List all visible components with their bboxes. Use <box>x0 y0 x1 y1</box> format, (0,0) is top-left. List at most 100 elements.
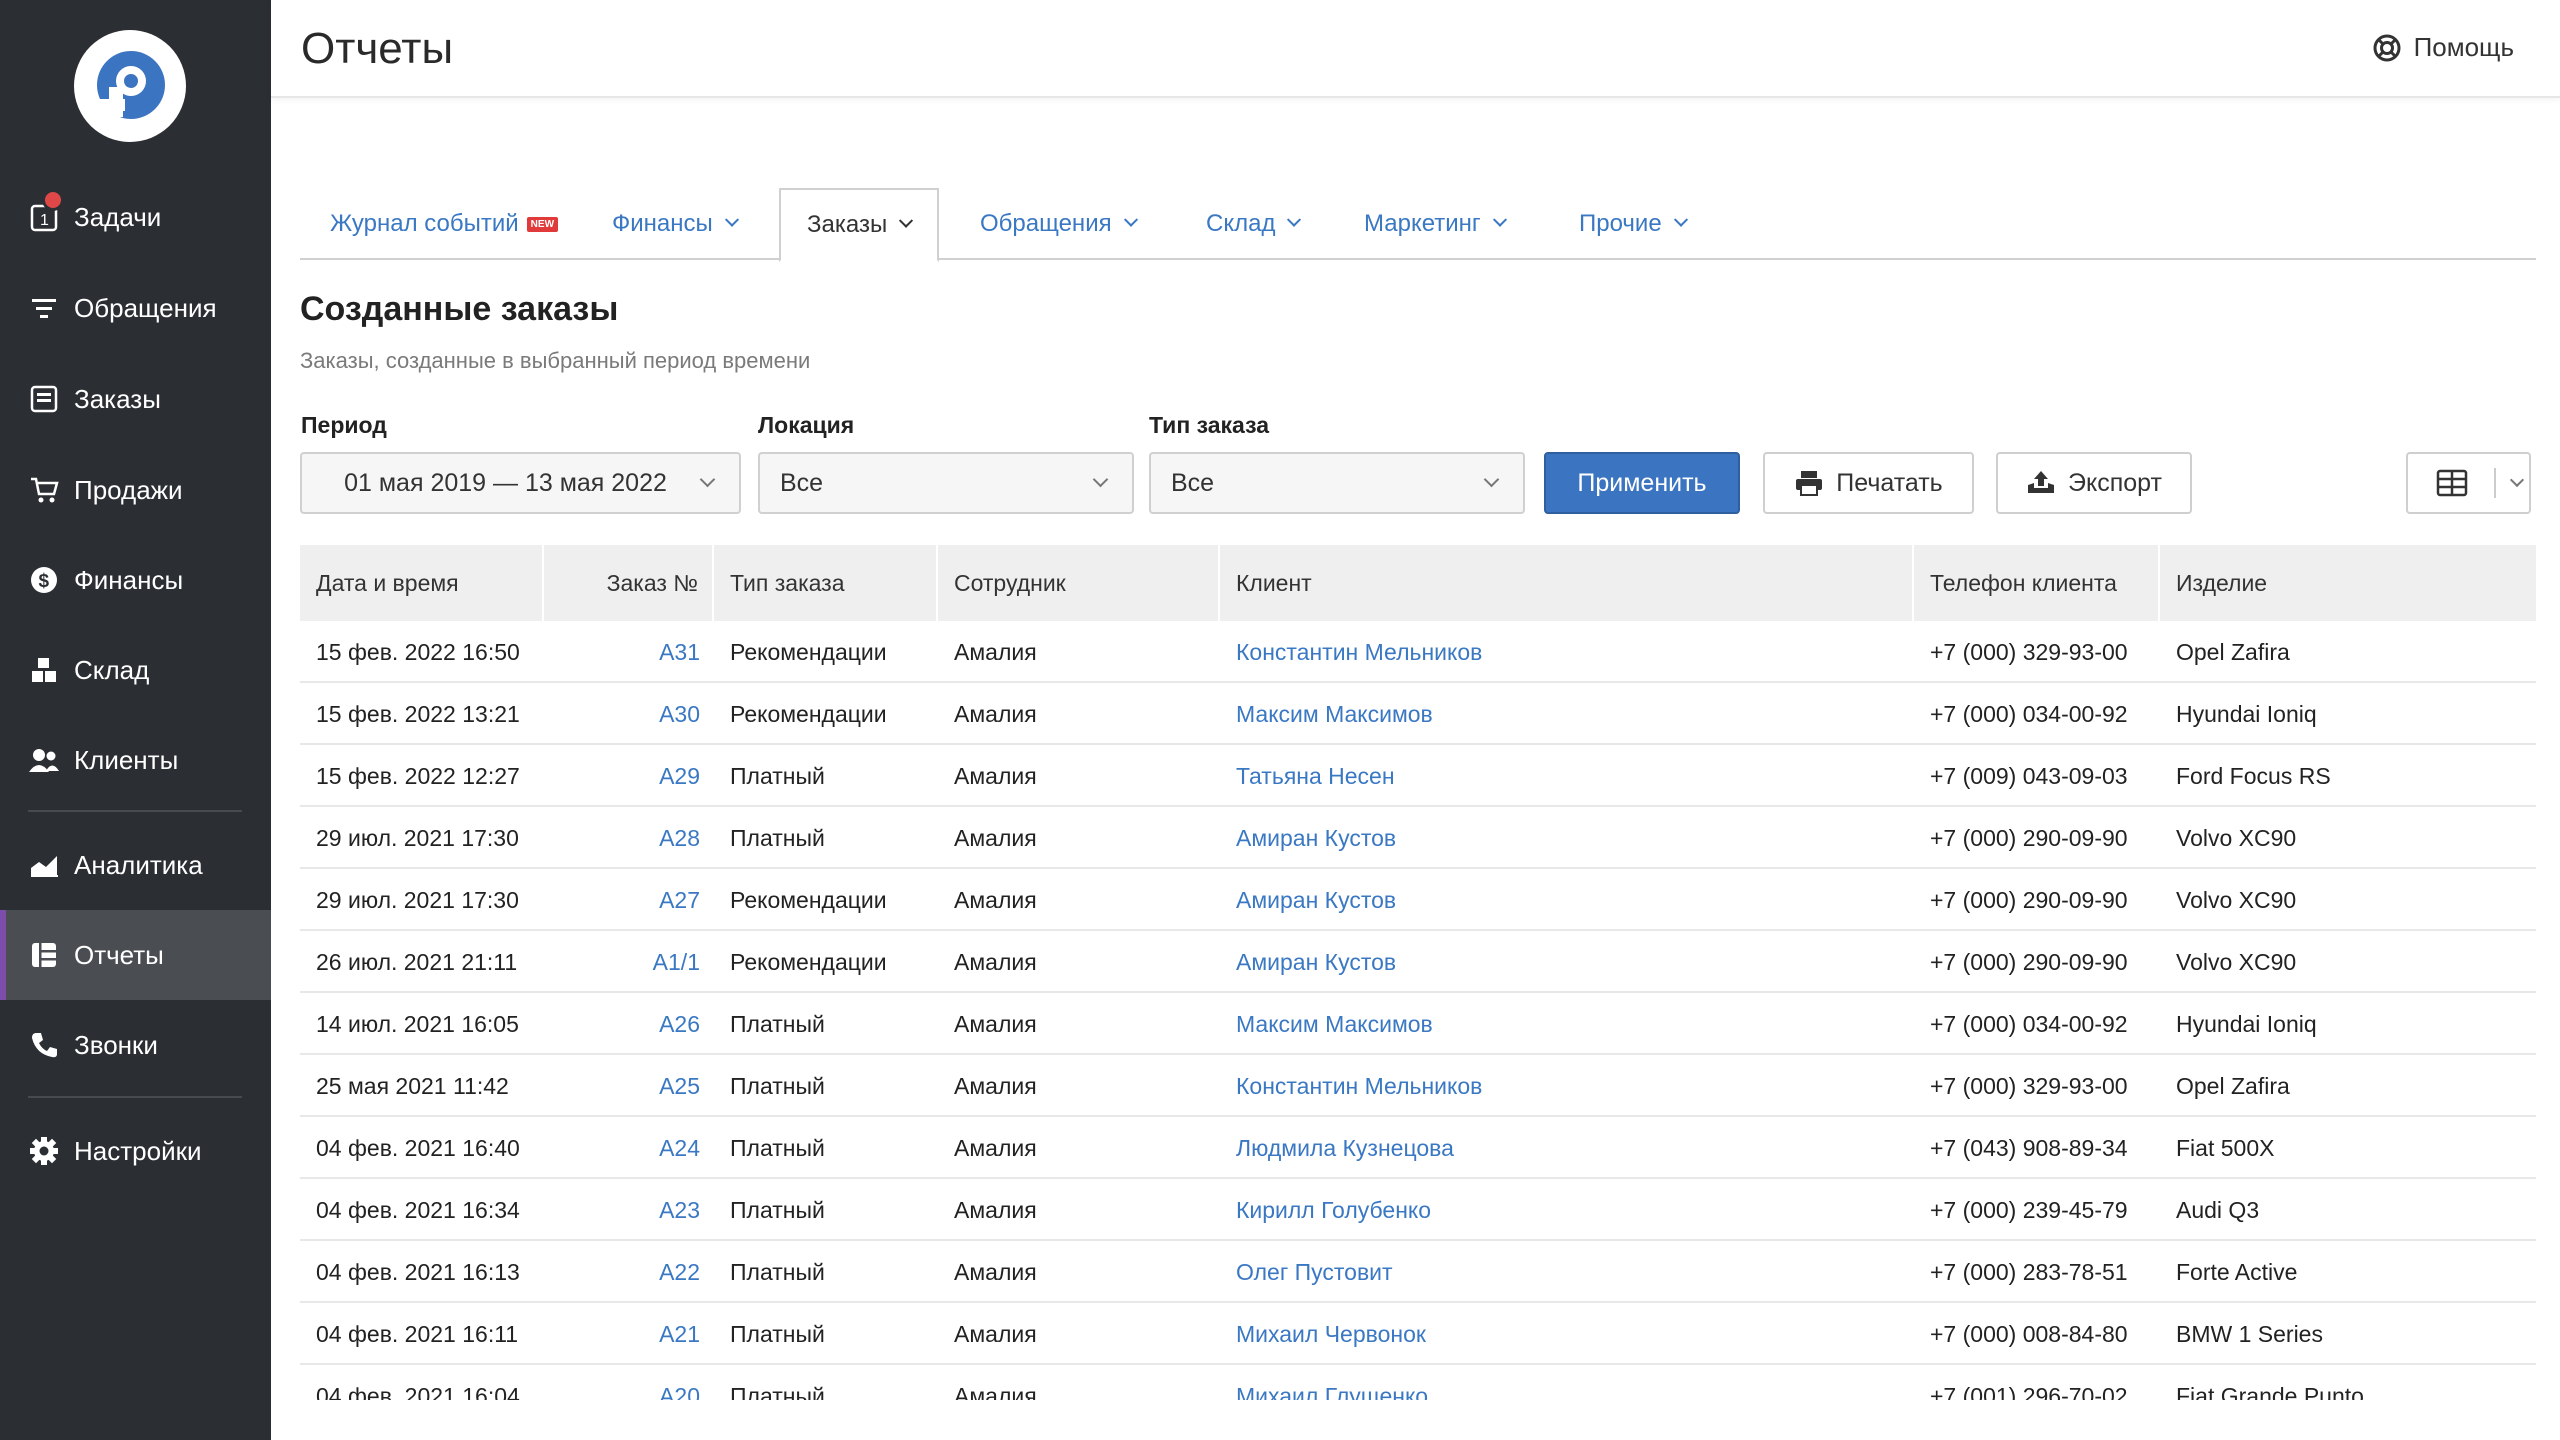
location-label: Локация <box>758 412 855 438</box>
cell-order-number[interactable]: A20 <box>544 1365 714 1401</box>
cell-order-number[interactable]: A27 <box>544 869 714 931</box>
section-title: Созданные заказы <box>300 290 619 328</box>
cell-order-number[interactable]: A26 <box>544 993 714 1055</box>
cell-order-number[interactable]: A1/1 <box>544 931 714 993</box>
sidebar-divider <box>28 1096 242 1098</box>
sidebar-item-label: Клиенты <box>74 744 179 775</box>
chevron-down-icon <box>1483 471 1500 488</box>
tab-warehouse[interactable]: Склад <box>1180 188 1325 260</box>
cell-client[interactable]: Михаил Червонок <box>1220 1303 1914 1365</box>
cell-client[interactable]: Амиран Кустов <box>1220 807 1914 869</box>
cell-client[interactable]: Константин Мельников <box>1220 1055 1914 1117</box>
cell-order-type: Платный <box>730 1010 825 1037</box>
orders-icon <box>28 383 60 415</box>
column-header-datetime[interactable]: Дата и время <box>300 545 544 621</box>
table-row[interactable]: 04 фев. 2021 16:13 A22 Платный Амалия Олег П… <box>300 1241 2536 1303</box>
table-row[interactable]: 29 июл. 2021 17:30 A27 Рекомендации Амалия А… <box>300 869 2536 931</box>
cell-order-number[interactable]: A29 <box>544 745 714 807</box>
cell-order-number[interactable]: A28 <box>544 807 714 869</box>
columns-toggle-button[interactable] <box>2406 452 2531 514</box>
cell-order-number[interactable]: A23 <box>544 1179 714 1241</box>
period-select[interactable]: 01 мая 2019 — 13 мая 2022 <box>300 452 741 514</box>
cell-order-number[interactable]: A24 <box>544 1117 714 1179</box>
sidebar-item-calls[interactable]: Звонки <box>0 1000 271 1090</box>
cell-datetime: 25 мая 2021 11:42 <box>316 1072 509 1099</box>
print-button[interactable]: Печатать <box>1763 452 1974 514</box>
sidebar-item-reports[interactable]: Отчеты <box>0 910 271 1000</box>
tab-label: Прочие <box>1579 210 1662 237</box>
column-header-product[interactable]: Изделие <box>2160 545 2536 621</box>
tab-finance[interactable]: Финансы <box>586 188 763 260</box>
tab-event-log[interactable]: Журнал событий NEW <box>304 188 584 260</box>
tab-other[interactable]: Прочие <box>1553 188 1712 260</box>
cell-client[interactable]: Олег Пустовит <box>1220 1241 1914 1303</box>
cell-order-number[interactable]: A31 <box>544 621 714 683</box>
cell-product: Volvo XC90 <box>2176 886 2297 913</box>
cell-datetime: 04 фев. 2021 16:11 <box>316 1320 519 1347</box>
column-header-employee[interactable]: Сотрудник <box>938 545 1220 621</box>
cell-client-phone: +7 (000) 008-84-80 <box>1930 1320 2128 1347</box>
cell-client[interactable]: Амиран Кустов <box>1220 869 1914 931</box>
sidebar-item-settings[interactable]: Настройки <box>0 1106 271 1196</box>
help-link[interactable]: Помощь <box>2372 32 2514 63</box>
sidebar-item-warehouse[interactable]: Склад <box>0 625 271 715</box>
cell-client-phone: +7 (000) 034-00-92 <box>1930 1010 2128 1037</box>
table-row[interactable]: 25 мая 2021 11:42 A25 Платный Амалия Констан… <box>300 1055 2536 1117</box>
order-type-select[interactable]: Все <box>1149 452 1525 514</box>
sidebar-item-requests[interactable]: Обращения <box>0 263 271 353</box>
cell-employee: Амалия <box>954 1072 1037 1099</box>
cell-client[interactable]: Кирилл Голубенко <box>1220 1179 1914 1241</box>
sidebar: 1 Задачи Обращения Заказы Продажи $ Фина… <box>0 0 271 1440</box>
cell-client[interactable]: Михаил Глущенко <box>1220 1365 1914 1401</box>
table-row[interactable]: 04 фев. 2021 16:04 A20 Платный Амалия Михаил… <box>300 1365 2536 1401</box>
tab-label: Заказы <box>807 211 888 238</box>
table-row[interactable]: 04 фев. 2021 16:11 A21 Платный Амалия Михаил… <box>300 1303 2536 1365</box>
column-header-order-number[interactable]: Заказ № <box>544 545 714 621</box>
warehouse-icon <box>28 654 60 686</box>
table-row[interactable]: 04 фев. 2021 16:40 A24 Платный Амалия Людмил… <box>300 1117 2536 1179</box>
sidebar-item-tasks[interactable]: 1 Задачи <box>0 172 271 262</box>
tab-requests[interactable]: Обращения <box>954 188 1162 260</box>
export-button[interactable]: Экспорт <box>1996 452 2192 514</box>
cell-product: Volvo XC90 <box>2176 824 2297 851</box>
cell-order-type: Платный <box>730 1196 825 1223</box>
app-logo[interactable] <box>74 30 186 142</box>
cell-client[interactable]: Константин Мельников <box>1220 621 1914 683</box>
column-header-client[interactable]: Клиент <box>1220 545 1914 621</box>
cell-client[interactable]: Максим Максимов <box>1220 683 1914 745</box>
cell-client[interactable]: Максим Максимов <box>1220 993 1914 1055</box>
location-value: Все <box>780 468 824 497</box>
cell-client[interactable]: Людмила Кузнецова <box>1220 1117 1914 1179</box>
apply-button[interactable]: Применить <box>1544 452 1740 514</box>
column-header-client-phone[interactable]: Телефон клиента <box>1914 545 2160 621</box>
tab-orders[interactable]: Заказы <box>779 188 940 262</box>
cell-datetime: 15 фев. 2022 16:50 <box>316 638 520 665</box>
sidebar-item-clients[interactable]: Клиенты <box>0 715 271 805</box>
table-row[interactable]: 04 фев. 2021 16:34 A23 Платный Амалия Кирилл… <box>300 1179 2536 1241</box>
cell-order-number[interactable]: A30 <box>544 683 714 745</box>
cell-order-type: Платный <box>730 762 825 789</box>
cell-datetime: 15 фев. 2022 12:27 <box>316 762 520 789</box>
cell-client[interactable]: Татьяна Несен <box>1220 745 1914 807</box>
sidebar-item-orders[interactable]: Заказы <box>0 354 271 444</box>
sidebar-item-finance[interactable]: $ Финансы <box>0 535 271 625</box>
cell-order-number[interactable]: A21 <box>544 1303 714 1365</box>
cell-order-type: Платный <box>730 824 825 851</box>
table-row[interactable]: 15 фев. 2022 12:27 A29 Платный Амалия Татьян… <box>300 745 2536 807</box>
cell-client-phone: +7 (000) 329-93-00 <box>1930 638 2128 665</box>
table-row[interactable]: 14 июл. 2021 16:05 A26 Платный Амалия Максим… <box>300 993 2536 1055</box>
cell-employee: Амалия <box>954 1196 1037 1223</box>
sidebar-item-sales[interactable]: Продажи <box>0 445 271 535</box>
table-row[interactable]: 29 июл. 2021 17:30 A28 Платный Амалия Амиран… <box>300 807 2536 869</box>
sidebar-item-analytics[interactable]: Аналитика <box>0 820 271 910</box>
table-row[interactable]: 15 фев. 2022 16:50 A31 Рекомендации Амалия К… <box>300 621 2536 683</box>
table-row[interactable]: 26 июл. 2021 21:11 A1/1 Рекомендации Амалия… <box>300 931 2536 993</box>
column-header-order-type[interactable]: Тип заказа <box>714 545 938 621</box>
location-select[interactable]: Все <box>758 452 1134 514</box>
table-row[interactable]: 15 фев. 2022 13:21 A30 Рекомендации Амалия М… <box>300 683 2536 745</box>
tab-label: Склад <box>1206 210 1276 237</box>
cell-order-number[interactable]: A25 <box>544 1055 714 1117</box>
cell-client[interactable]: Амиран Кустов <box>1220 931 1914 993</box>
cell-order-number[interactable]: A22 <box>544 1241 714 1303</box>
tab-marketing[interactable]: Маркетинг <box>1338 188 1531 260</box>
